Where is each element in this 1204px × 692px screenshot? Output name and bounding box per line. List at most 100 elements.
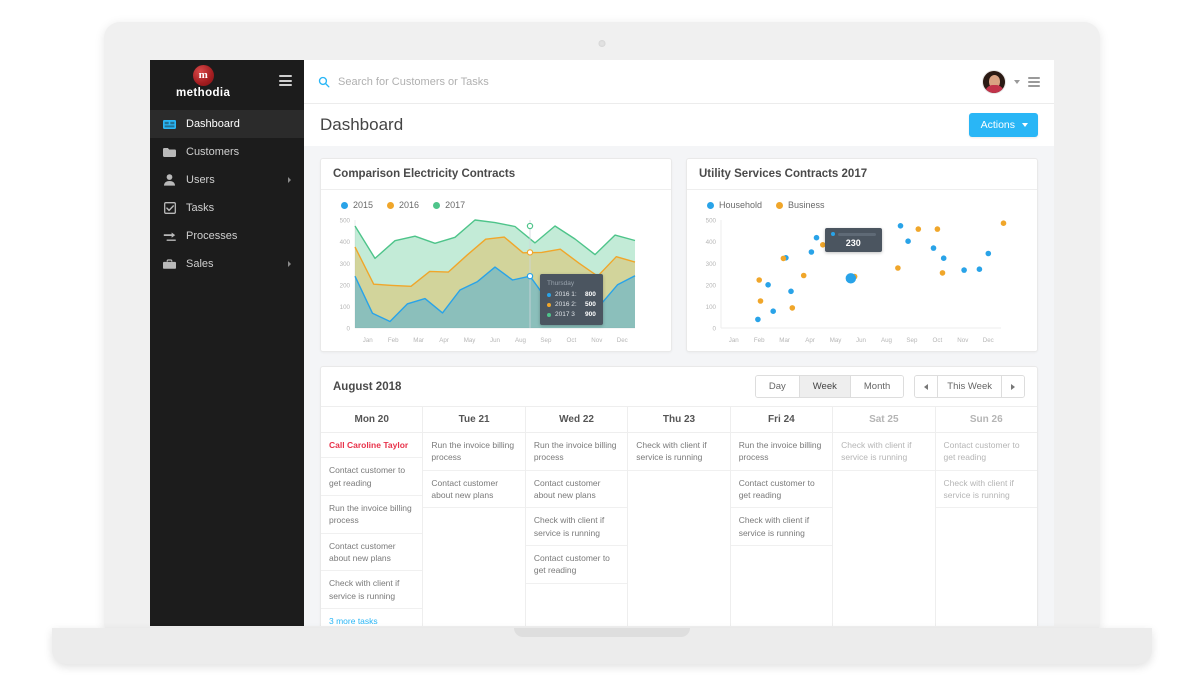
chevron-right-icon bbox=[288, 177, 291, 183]
checkbox-icon bbox=[162, 202, 177, 215]
laptop-notch bbox=[514, 628, 690, 637]
sidebar-item-processes[interactable]: Processes bbox=[150, 222, 304, 250]
sidebar-item-users[interactable]: Users bbox=[150, 166, 304, 194]
legend-item-2017[interactable]: 2017 bbox=[433, 200, 465, 210]
calendar-next-button[interactable] bbox=[1002, 376, 1024, 397]
legend-item-household[interactable]: Household bbox=[707, 200, 762, 210]
calendar-task[interactable]: Check with client if service is running bbox=[321, 571, 423, 609]
calendar-task[interactable]: Run the invoice billing process bbox=[730, 433, 833, 471]
svg-text:Oct: Oct bbox=[567, 337, 577, 344]
calendar-grid: Mon 20 Call Caroline Taylor Contact custom… bbox=[321, 407, 1037, 626]
calendar-day-header: Tue 21 bbox=[423, 407, 525, 433]
calendar-column-mon-20: Mon 20 Call Caroline Taylor Contact custom… bbox=[321, 407, 424, 626]
svg-text:Dec: Dec bbox=[983, 337, 994, 344]
main-area: Dashboard Actions Comparison Electricity… bbox=[304, 60, 1054, 626]
svg-text:Oct: Oct bbox=[933, 337, 943, 344]
svg-text:100: 100 bbox=[340, 304, 351, 311]
calendar-header: August 2018 Day Week Month This Week bbox=[321, 367, 1037, 407]
menu-icon[interactable] bbox=[1028, 76, 1040, 87]
chart-title-scatter: Utility Services Contracts 2017 bbox=[687, 159, 1037, 190]
svg-text:0: 0 bbox=[713, 326, 717, 333]
plot-scatter-chart: 0 100 200 300 400 500 Jan Feb Mar Apr May Jun Aug Sep… bbox=[695, 214, 1029, 347]
sidebar-item-label: Customers bbox=[186, 146, 240, 158]
calendar-task[interactable]: Run the invoice billing process bbox=[321, 496, 423, 534]
svg-text:200: 200 bbox=[706, 282, 717, 289]
topbar bbox=[304, 60, 1054, 104]
svg-text:Apr: Apr bbox=[439, 337, 449, 344]
sidebar-item-tasks[interactable]: Tasks bbox=[150, 194, 304, 222]
calendar-column-sun-26: Sun 26 Contact customer to get reading Che… bbox=[935, 407, 1037, 626]
sidebar-item-sales[interactable]: Sales bbox=[150, 250, 304, 278]
svg-text:Aug: Aug bbox=[515, 337, 527, 344]
calendar-range-label[interactable]: This Week bbox=[938, 376, 1002, 397]
legend-color-dot bbox=[707, 201, 714, 209]
legend-color-dot bbox=[341, 201, 348, 209]
card-utility-services-contracts: Utility Services Contracts 2017 Househol… bbox=[686, 158, 1038, 352]
laptop-lid: m methodia Dashboard Customers Users Tasks P… bbox=[104, 22, 1100, 630]
svg-text:500: 500 bbox=[706, 218, 717, 225]
calendar-task[interactable]: Run the invoice billing process bbox=[525, 433, 628, 471]
svg-text:400: 400 bbox=[706, 239, 717, 246]
calendar-task[interactable]: Check with client if service is running bbox=[935, 471, 1037, 509]
search-icon bbox=[318, 76, 330, 88]
chevron-down-icon bbox=[1022, 123, 1028, 127]
calendar-day-header: Sat 25 bbox=[833, 407, 935, 433]
more-tasks-link[interactable]: 3 more tasks bbox=[321, 609, 422, 626]
screenshot-stage: m methodia Dashboard Customers Users Tasks P… bbox=[0, 0, 1204, 692]
calendar-task[interactable]: Check with client if service is running bbox=[833, 433, 935, 471]
topbar-right bbox=[982, 69, 1040, 94]
search-bar[interactable] bbox=[318, 75, 982, 88]
calendar-view-week[interactable]: Week bbox=[799, 376, 851, 397]
calendar-task[interactable]: Check with client if service is running bbox=[730, 508, 833, 546]
search-input[interactable] bbox=[338, 75, 658, 88]
legend-label: 2015 bbox=[353, 200, 374, 210]
legend-area-chart: 2015 2016 2017 bbox=[329, 198, 663, 214]
calendar-prev-button[interactable] bbox=[915, 376, 939, 397]
sidebar-nav: Dashboard Customers Users Tasks Processes Sal… bbox=[150, 110, 304, 278]
svg-text:400: 400 bbox=[340, 239, 351, 246]
chevron-left-icon bbox=[924, 383, 929, 390]
legend-item-2015[interactable]: 2015 bbox=[341, 200, 373, 210]
calendar-view-month[interactable]: Month bbox=[850, 376, 904, 397]
sidebar-item-customers[interactable]: Customers bbox=[150, 138, 304, 166]
page-title: Dashboard bbox=[320, 115, 404, 134]
legend-label: Business bbox=[788, 200, 825, 210]
calendar-task[interactable]: Check with client if service is running bbox=[628, 433, 730, 471]
svg-text:May: May bbox=[464, 337, 477, 344]
calendar-view-day[interactable]: Day bbox=[755, 376, 800, 397]
svg-text:Nov: Nov bbox=[591, 337, 603, 344]
calendar-day-header: Fri 24 bbox=[730, 407, 833, 433]
chevron-down-icon[interactable] bbox=[1014, 79, 1020, 84]
calendar-task[interactable]: Contact customer to get reading bbox=[935, 433, 1037, 471]
briefcase-icon bbox=[162, 258, 177, 271]
svg-text:Jan: Jan bbox=[729, 337, 740, 344]
user-avatar[interactable] bbox=[982, 69, 1006, 94]
svg-text:Mar: Mar bbox=[413, 337, 424, 344]
brand-name: methodia bbox=[176, 87, 231, 99]
sidebar-toggle-icon[interactable] bbox=[279, 75, 292, 86]
calendar-task[interactable]: Run the invoice billing process bbox=[423, 433, 525, 471]
folder-icon bbox=[162, 146, 177, 159]
sidebar-item-dashboard[interactable]: Dashboard bbox=[150, 110, 304, 138]
calendar-column-wed-22: Wed 22 Run the invoice billing process Con… bbox=[525, 407, 629, 626]
svg-text:Mar: Mar bbox=[779, 337, 790, 344]
calendar-task[interactable]: Contact customer about new plans bbox=[525, 471, 628, 509]
calendar-task[interactable]: Check with client if service is running bbox=[525, 508, 628, 546]
svg-text:Dec: Dec bbox=[617, 337, 628, 344]
legend-item-business[interactable]: Business bbox=[776, 200, 825, 210]
calendar-task[interactable]: Contact customer to get reading bbox=[730, 471, 833, 509]
legend-label: 2017 bbox=[445, 200, 466, 210]
actions-button[interactable]: Actions bbox=[968, 113, 1038, 137]
brand[interactable]: m methodia bbox=[150, 60, 304, 104]
page-header: Dashboard Actions bbox=[304, 104, 1054, 146]
calendar-task[interactable]: Contact customer to get reading bbox=[321, 458, 423, 496]
calendar-column-fri-24: Fri 24 Run the invoice billing process Con… bbox=[730, 407, 834, 626]
calendar-view-switch: Day Week Month bbox=[754, 375, 905, 398]
sidebar-item-label: Tasks bbox=[186, 202, 215, 214]
calendar-task[interactable]: Contact customer about new plans bbox=[423, 471, 525, 509]
calendar-task[interactable]: Call Caroline Taylor bbox=[321, 433, 423, 459]
legend-item-2016[interactable]: 2016 bbox=[387, 200, 419, 210]
calendar-task[interactable]: Contact customer to get reading bbox=[525, 546, 628, 584]
sidebar-item-label: Sales bbox=[186, 258, 214, 270]
calendar-task[interactable]: Contact customer about new plans bbox=[321, 534, 423, 572]
